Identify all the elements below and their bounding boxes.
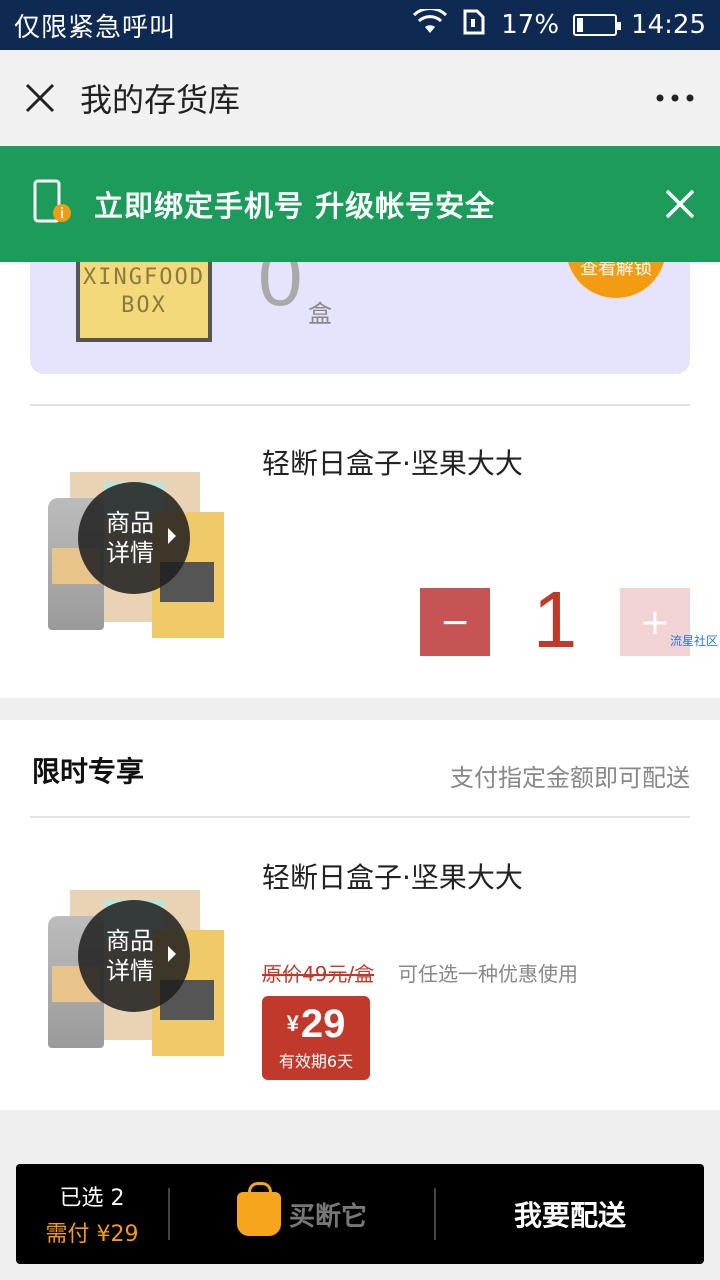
- payable-amount: 需付 ¥29: [45, 1222, 139, 1247]
- product-detail-button[interactable]: 商品详情: [78, 482, 190, 594]
- watermark: 流星社区: [670, 634, 719, 648]
- wifi-icon: [413, 6, 448, 42]
- currency-symbol: ¥: [286, 1011, 299, 1036]
- box-count: 0: [258, 262, 303, 322]
- battery-level: [577, 18, 584, 32]
- view-unlock-label: 查看解锁: [580, 262, 652, 279]
- more-icon: [656, 94, 694, 102]
- close-icon: [25, 83, 55, 113]
- content: XINGFOOD BOX 0 盒 查看解锁 商品详情 轻断日盒子·坚果大大 − …: [0, 262, 720, 1280]
- decrease-button[interactable]: −: [420, 588, 490, 656]
- divider: [30, 816, 690, 818]
- box-unit: 盒: [308, 300, 332, 328]
- clock: 14:25: [631, 10, 706, 40]
- nav-bar: 我的存货库: [0, 50, 720, 146]
- section-title: 限时专享: [32, 755, 145, 788]
- chevron-right-icon: [168, 946, 176, 962]
- detail-label: 商品详情: [106, 509, 154, 567]
- divider: [30, 404, 690, 406]
- page-title: 我的存货库: [80, 81, 241, 119]
- chevron-right-icon: [168, 528, 176, 544]
- battery-icon: [573, 14, 622, 36]
- product-image: 商品详情: [40, 880, 230, 1058]
- phone-icon: [32, 179, 74, 229]
- selected-count: 已选 2: [59, 1186, 125, 1211]
- shopping-bag-icon: [236, 1182, 281, 1236]
- storage-card: XINGFOOD BOX 0 盒 查看解锁 商品详情 轻断日盒子·坚果大大 − …: [0, 262, 720, 698]
- detail-label: 商品详情: [106, 927, 154, 985]
- buy-out-button[interactable]: 买断它: [170, 1182, 434, 1236]
- view-unlock-button[interactable]: 查看解锁: [566, 262, 666, 298]
- banner-close-button[interactable]: [640, 146, 720, 262]
- buy-out-label: 买断它: [288, 1201, 367, 1232]
- promo-note: 可任选一种优惠使用: [398, 962, 578, 986]
- plus-icon: +: [639, 601, 671, 643]
- unlock-panel: XINGFOOD BOX 0 盒 查看解锁: [30, 262, 690, 374]
- deliver-button[interactable]: 我要配送: [436, 1194, 704, 1234]
- minus-icon: −: [439, 601, 471, 643]
- carrier-text: 仅限紧急呼叫: [14, 12, 177, 43]
- section-subtitle: 支付指定金额即可配送: [450, 764, 690, 792]
- price-badge[interactable]: ¥29 有效期6天: [262, 996, 370, 1080]
- sim-icon: [461, 9, 487, 42]
- battery-percent: 17%: [501, 10, 560, 40]
- close-button[interactable]: [0, 50, 80, 146]
- selection-summary: 已选 2 需付 ¥29: [16, 1180, 168, 1248]
- more-button[interactable]: [630, 50, 720, 146]
- product-image: 商品详情: [40, 462, 230, 640]
- price-value: 29: [300, 1002, 346, 1046]
- xingfood-box-logo: XINGFOOD BOX: [76, 262, 212, 342]
- deliver-label: 我要配送: [513, 1199, 626, 1232]
- bind-phone-banner[interactable]: 立即绑定手机号 升级帐号安全: [0, 146, 720, 262]
- product-name: 轻断日盒子·坚果大大: [262, 861, 523, 894]
- status-bar: 仅限紧急呼叫 17% 14:25: [0, 0, 720, 50]
- product-name: 轻断日盒子·坚果大大: [262, 447, 523, 480]
- banner-text: 立即绑定手机号 升级帐号安全: [94, 189, 496, 223]
- validity-text: 有效期6天: [278, 1052, 354, 1071]
- bottom-action-bar: 已选 2 需付 ¥29 买断它 我要配送: [16, 1164, 704, 1264]
- close-icon: [665, 189, 695, 219]
- original-price: 原价49元/盒: [262, 962, 375, 986]
- quantity-value: 1: [532, 575, 578, 664]
- limited-offer-card: 限时专享 支付指定金额即可配送 商品详情 轻断日盒子·坚果大大 原价49元/盒 …: [0, 720, 720, 1110]
- product-detail-button[interactable]: 商品详情: [78, 900, 190, 1012]
